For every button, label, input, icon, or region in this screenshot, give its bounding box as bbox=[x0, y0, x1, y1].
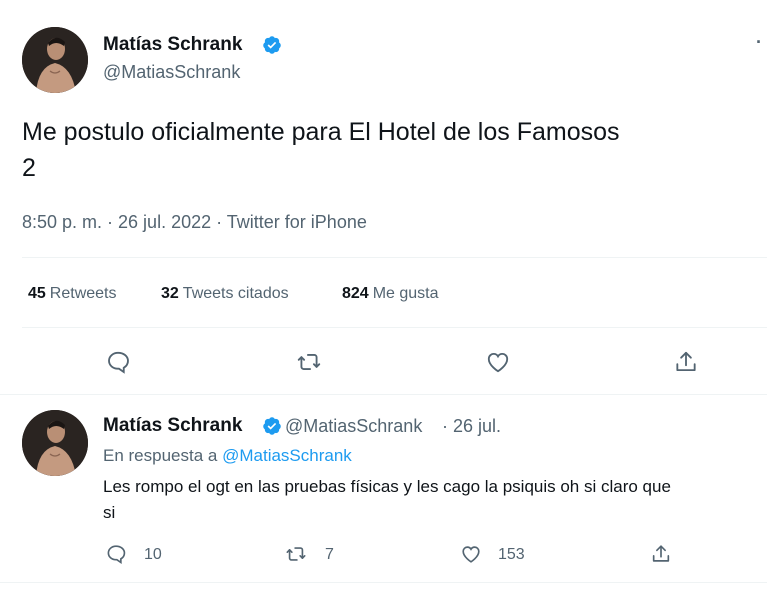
retweet-icon bbox=[286, 547, 306, 561]
retweet-button[interactable] bbox=[296, 349, 322, 375]
like-icon bbox=[462, 546, 480, 563]
reply-count: 10 bbox=[144, 546, 162, 563]
like-button[interactable] bbox=[485, 349, 511, 375]
reply-share-button[interactable] bbox=[650, 543, 672, 565]
reply-author-handle[interactable]: @MatiasSchrank bbox=[285, 416, 422, 437]
verified-badge-icon bbox=[262, 35, 282, 55]
likes-stat[interactable]: 824 Me gusta bbox=[342, 285, 439, 303]
reply-date[interactable]: · 26 jul. bbox=[442, 416, 501, 437]
tweet-text-line: 2 bbox=[22, 154, 36, 182]
divider bbox=[0, 582, 767, 583]
likes-label: Me gusta bbox=[372, 285, 439, 302]
divider bbox=[22, 257, 767, 258]
reply-text-line: Les rompo el ogt en las pruebas físicas … bbox=[103, 477, 671, 496]
divider bbox=[0, 394, 767, 395]
quotes-stat[interactable]: 32 Tweets citados bbox=[161, 285, 289, 303]
like-icon bbox=[487, 352, 509, 373]
avatar-image bbox=[22, 410, 88, 476]
reply-text-line: si bbox=[103, 503, 116, 522]
retweets-count: 45 bbox=[28, 285, 46, 302]
reply-to-link[interactable]: @MatiasSchrank bbox=[222, 446, 352, 465]
tweet-text-line: Me postulo oficialmente para El Hotel de… bbox=[22, 118, 620, 146]
likes-count: 824 bbox=[342, 285, 369, 302]
reply-avatar[interactable] bbox=[22, 410, 88, 476]
reply-tweet-text: Les rompo el ogt en las pruebas físicas … bbox=[103, 474, 767, 526]
reply-retweet-button[interactable] bbox=[285, 543, 307, 565]
like-count: 153 bbox=[498, 546, 525, 563]
avatar[interactable] bbox=[22, 27, 88, 93]
reply-author-name[interactable]: Matías Schrank bbox=[103, 415, 242, 437]
author-handle[interactable]: @MatiasSchrank bbox=[103, 62, 240, 83]
author-name[interactable]: Matías Schrank bbox=[103, 34, 242, 56]
reply-icon bbox=[107, 545, 126, 564]
tweet-text: Me postulo oficialmente para El Hotel de… bbox=[22, 114, 767, 186]
reply-like-button[interactable] bbox=[460, 543, 482, 565]
tweet-timestamp[interactable]: 8:50 p. m. · 26 jul. 2022 · Twitter for … bbox=[22, 212, 367, 233]
reply-button[interactable] bbox=[105, 349, 131, 375]
reply-prefix: En respuesta a bbox=[103, 446, 218, 465]
reply-reply-button[interactable] bbox=[105, 543, 127, 565]
in-reply-to: En respuesta a @MatiasSchrank bbox=[103, 446, 352, 466]
retweet-count: 7 bbox=[325, 546, 334, 563]
avatar-image bbox=[22, 27, 88, 93]
quotes-count: 32 bbox=[161, 285, 179, 302]
share-icon bbox=[652, 545, 670, 562]
retweet-icon bbox=[297, 354, 321, 370]
quotes-label: Tweets citados bbox=[182, 285, 289, 302]
reply-icon bbox=[108, 351, 129, 374]
divider bbox=[22, 327, 767, 328]
verified-badge-icon bbox=[262, 416, 282, 436]
more-options-icon[interactable]: · bbox=[756, 32, 763, 53]
share-icon bbox=[676, 351, 696, 372]
share-button[interactable] bbox=[673, 349, 699, 375]
retweets-stat[interactable]: 45 Retweets bbox=[28, 285, 117, 303]
retweets-label: Retweets bbox=[49, 285, 117, 302]
